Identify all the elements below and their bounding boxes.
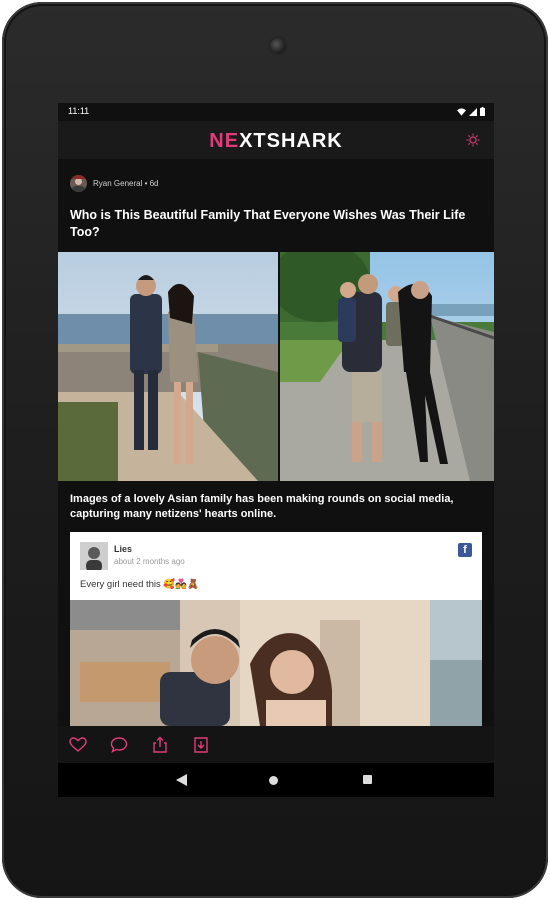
article-title[interactable]: Who is This Beautiful Family That Everyo…	[70, 207, 478, 241]
logo-n: N	[209, 130, 225, 152]
back-icon[interactable]	[176, 774, 187, 786]
article-caption: Images of a lovely Asian family has been…	[70, 493, 454, 520]
sensor	[294, 44, 299, 49]
facebook-icon[interactable]: f	[458, 543, 472, 557]
recent-apps-icon[interactable]	[363, 775, 372, 784]
app-bar: NEXTSHARK	[58, 121, 494, 159]
action-bar	[58, 726, 494, 763]
nextshark-logo[interactable]: NEXTSHARK	[58, 130, 494, 153]
heart-icon[interactable]	[68, 735, 88, 755]
device-screen: 11:11 NEXTSHARK Ryan General • 6d Who is…	[58, 103, 494, 797]
couple-photo[interactable]	[58, 252, 278, 481]
navigation-bar	[58, 763, 494, 797]
logo-e: E	[224, 130, 240, 152]
battery-icon	[480, 107, 485, 116]
signal-icon	[469, 107, 477, 116]
embed-photo[interactable]	[70, 600, 482, 726]
status-icons	[457, 107, 485, 116]
facebook-embed[interactable]: Lies about 2 months ago f Every girl nee…	[70, 532, 482, 726]
author-row[interactable]: Ryan General • 6d	[70, 175, 159, 192]
brightness-icon[interactable]	[466, 133, 480, 147]
wifi-icon	[457, 107, 466, 116]
embed-timestamp: about 2 months ago	[114, 557, 185, 566]
embed-avatar[interactable]	[80, 542, 108, 570]
author-name: Ryan General	[93, 179, 143, 188]
status-time: 11:11	[68, 106, 90, 116]
status-bar: 11:11	[58, 103, 494, 121]
front-camera	[270, 38, 286, 54]
embed-post-text: Every girl need this 🥰💑🧸	[80, 579, 199, 590]
logo-rest: XTSHARK	[239, 130, 343, 152]
comment-icon[interactable]	[109, 735, 129, 755]
embed-user-name[interactable]: Lies	[114, 544, 132, 554]
article-content[interactable]: Ryan General • 6d Who is This Beautiful …	[58, 159, 494, 726]
home-icon[interactable]	[269, 776, 278, 785]
save-icon[interactable]	[191, 735, 211, 755]
share-icon[interactable]	[150, 735, 170, 755]
family-photo[interactable]	[280, 252, 494, 481]
author-meta: Ryan General • 6d	[93, 179, 159, 188]
author-avatar[interactable]	[70, 175, 87, 192]
post-age: 6d	[149, 179, 159, 188]
